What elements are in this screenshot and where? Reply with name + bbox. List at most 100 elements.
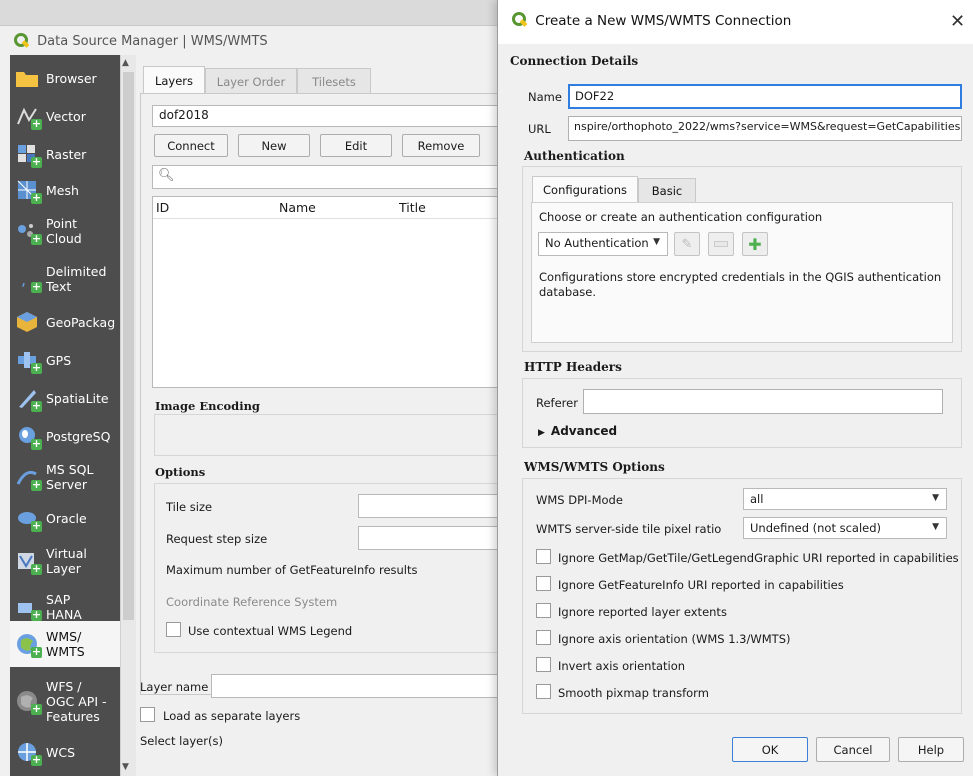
- sidebar-item-delimited-text[interactable]: , + Delimited Text: [10, 257, 120, 301]
- advanced-label: Advanced: [550, 424, 618, 438]
- sidebar-item-label: MS SQL Server: [46, 462, 94, 492]
- connection-combo[interactable]: dof2018: [152, 105, 498, 127]
- sidebar-item-postgresql[interactable]: + PostgreSQ: [10, 419, 120, 453]
- tab-basic[interactable]: Basic: [638, 178, 696, 203]
- request-step-size-label: Request step size: [166, 532, 268, 546]
- name-input[interactable]: DOF22: [568, 84, 962, 109]
- smooth-pixmap-label: Smooth pixmap transform: [558, 686, 709, 700]
- tab-tilesets[interactable]: Tilesets: [297, 68, 371, 94]
- sidebar-scroll-thumb[interactable]: [123, 72, 134, 620]
- request-step-size-input[interactable]: [358, 526, 498, 550]
- chevron-down-icon: ▼: [653, 237, 660, 247]
- advanced-expander[interactable]: ▶ Advanced: [538, 424, 617, 438]
- load-separate-checkbox[interactable]: [140, 707, 155, 722]
- auth-config-combo[interactable]: No Authentication ▼: [538, 232, 668, 256]
- sidebar-item-label: Vector: [46, 108, 86, 124]
- new-label: New: [261, 138, 287, 153]
- invert-axis-orientation-checkbox[interactable]: [536, 657, 551, 672]
- help-button[interactable]: Help: [898, 737, 964, 762]
- sidebar-item-virtual-layer[interactable]: + Virtual Layer: [10, 539, 120, 583]
- sidebar-item-gps[interactable]: + GPS: [10, 343, 120, 377]
- contextual-legend-checkbox[interactable]: [166, 622, 181, 637]
- sidebar-item-label: SpatiaLite: [46, 390, 109, 406]
- layer-search-input[interactable]: 🔍︎: [152, 165, 498, 189]
- expand-triangle-icon: ▶: [538, 428, 545, 438]
- table-header-row: ID Name Title: [153, 197, 497, 219]
- sidebar-item-label: GeoPackag: [46, 314, 116, 330]
- http-headers-heading: HTTP Headers: [524, 360, 622, 374]
- window-title: Data Source Manager | WMS/WMTS: [14, 32, 268, 49]
- sidebar-item-label: Oracle: [46, 510, 87, 526]
- url-input[interactable]: nspire/orthophoto_2022/wms?service=WMS&r…: [568, 116, 962, 141]
- postgresql-icon: +: [14, 423, 42, 450]
- help-label: Help: [917, 742, 945, 757]
- column-header-id[interactable]: ID: [156, 200, 169, 215]
- select-layers-label: Select layer(s): [140, 734, 223, 748]
- edit-auth-config-button[interactable]: ✎: [674, 232, 700, 256]
- tab-layer-order[interactable]: Layer Order: [205, 68, 297, 94]
- smooth-pixmap-checkbox[interactable]: [536, 684, 551, 699]
- tile-ratio-value: Undefined (not scaled): [750, 521, 882, 535]
- ok-button[interactable]: OK: [732, 737, 808, 762]
- ignore-getfeatureinfo-uri-checkbox[interactable]: [536, 576, 551, 591]
- new-wms-connection-dialog: Create a New WMS/WMTS Connection ✕ Conne…: [497, 0, 973, 776]
- invert-axis-orientation-label: Invert axis orientation: [558, 659, 686, 673]
- name-label: Name: [528, 90, 562, 104]
- virtual-layer-icon: +: [14, 548, 42, 575]
- chevron-down-icon: ▼: [932, 522, 939, 532]
- dpi-mode-combo[interactable]: all ▼: [743, 488, 947, 510]
- cancel-button[interactable]: Cancel: [816, 737, 890, 762]
- sidebar-item-wms-wmts[interactable]: + WMS/ WMTS: [10, 621, 120, 667]
- ignore-getmap-uri-checkbox[interactable]: [536, 549, 551, 564]
- sidebar-item-wfs-ogc[interactable]: + WFS / OGC API - Features: [10, 671, 120, 731]
- remove-button[interactable]: Remove: [402, 134, 480, 157]
- sidebar-item-vector[interactable]: + Vector: [10, 99, 120, 133]
- sidebar-item-geopackage[interactable]: GeoPackag: [10, 305, 120, 339]
- add-auth-config-button[interactable]: ✚: [742, 232, 768, 256]
- referer-input[interactable]: [583, 389, 943, 414]
- wcs-icon: +: [14, 739, 42, 766]
- gps-icon: +: [14, 347, 42, 374]
- ignore-axis-orientation-checkbox[interactable]: [536, 630, 551, 645]
- scroll-up-arrow-icon[interactable]: ▲: [122, 58, 129, 68]
- plus-icon: ✚: [748, 234, 762, 254]
- dpi-mode-label: WMS DPI-Mode: [536, 493, 623, 507]
- auth-help-text: Choose or create an authentication confi…: [539, 210, 823, 224]
- dialog-title-text: Create a New WMS/WMTS Connection: [535, 13, 792, 29]
- sidebar-item-ms-sql-server[interactable]: + MS SQL Server: [10, 455, 120, 499]
- options-heading: Options: [155, 465, 206, 479]
- sidebar-item-raster[interactable]: + Raster: [10, 137, 120, 171]
- url-input-value: nspire/orthophoto_2022/wms?service=WMS&r…: [574, 120, 961, 133]
- column-header-title[interactable]: Title: [399, 200, 426, 215]
- contextual-legend-label: Use contextual WMS Legend: [188, 624, 353, 638]
- tile-size-input[interactable]: [358, 494, 498, 518]
- oracle-icon: +: [14, 505, 42, 532]
- sidebar-item-wcs[interactable]: + WCS: [10, 735, 120, 769]
- tab-layers[interactable]: Layers: [143, 66, 205, 94]
- dialog-title: Create a New WMS/WMTS Connection: [512, 12, 792, 29]
- wfs-icon: +: [14, 688, 42, 715]
- sidebar-item-oracle[interactable]: + Oracle: [10, 501, 120, 535]
- connection-details-heading: Connection Details: [510, 54, 639, 68]
- new-button[interactable]: New: [238, 134, 310, 157]
- close-icon[interactable]: ✕: [950, 11, 965, 32]
- connect-button[interactable]: Connect: [154, 134, 228, 157]
- scroll-down-arrow-icon[interactable]: ▼: [122, 762, 129, 772]
- svg-text:,: ,: [21, 270, 26, 289]
- remove-auth-config-button[interactable]: [708, 232, 734, 256]
- delimited-text-icon: , +: [21, 270, 42, 293]
- layer-name-label: Layer name: [140, 680, 209, 694]
- ignore-layer-extents-label: Ignore reported layer extents: [558, 605, 727, 619]
- ignore-layer-extents-checkbox[interactable]: [536, 603, 551, 618]
- tab-configurations[interactable]: Configurations: [532, 176, 638, 203]
- spatialite-icon: +: [14, 385, 42, 412]
- column-header-name[interactable]: Name: [279, 200, 316, 215]
- sidebar-item-point-cloud[interactable]: + Point Cloud: [10, 209, 120, 253]
- layer-table[interactable]: ID Name Title: [152, 196, 498, 388]
- layer-name-input[interactable]: [211, 674, 498, 698]
- sidebar-item-mesh[interactable]: + Mesh: [10, 173, 120, 207]
- tile-ratio-combo[interactable]: Undefined (not scaled) ▼: [743, 517, 947, 539]
- edit-button[interactable]: Edit: [320, 134, 392, 157]
- sidebar-item-browser[interactable]: Browser: [10, 61, 120, 95]
- sidebar-item-spatialite[interactable]: + SpatiaLite: [10, 381, 120, 415]
